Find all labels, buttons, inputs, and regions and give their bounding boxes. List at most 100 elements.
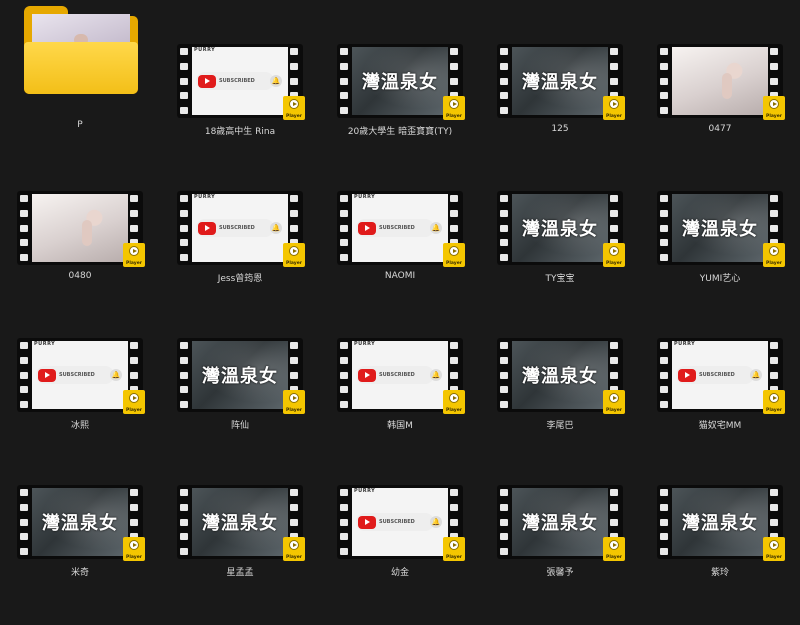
banner-text: 灣溫泉女 bbox=[42, 513, 118, 534]
banner-frame: 灣溫泉女 bbox=[512, 47, 608, 115]
banner-text: 灣溫泉女 bbox=[682, 513, 758, 534]
bell-icon: 🔔 bbox=[270, 75, 282, 87]
file-name-label: 米奇 bbox=[70, 568, 89, 578]
video-thumbnail: 灣溫泉女 Player bbox=[177, 485, 305, 561]
youtube-icon bbox=[38, 368, 56, 382]
file-name-label: YUMI艺心 bbox=[699, 274, 741, 284]
video-file-item[interactable]: PURRY SUBSCRIBED 🔔 Player 18歲高中生 Rina bbox=[162, 44, 312, 184]
photo-subject bbox=[82, 220, 92, 246]
video-thumbnail: 灣溫泉女 Player bbox=[657, 191, 785, 267]
bell-icon: 🔔 bbox=[430, 369, 442, 381]
video-file-item[interactable]: PURRY SUBSCRIBED 🔔 Player Jess曾筠恩 bbox=[162, 191, 312, 331]
channel-logo-text: PURRY bbox=[354, 194, 376, 200]
play-icon bbox=[289, 393, 299, 403]
player-badge-label: Player bbox=[286, 408, 302, 413]
subscribe-frame: PURRY SUBSCRIBED 🔔 bbox=[192, 194, 288, 262]
video-file-item[interactable]: 灣溫泉女 Player YUMI艺心 bbox=[642, 191, 792, 331]
subscribe-text: SUBSCRIBED bbox=[59, 372, 95, 378]
file-name-label: 李尾巴 bbox=[546, 421, 574, 431]
play-icon bbox=[609, 393, 619, 403]
play-icon bbox=[769, 246, 779, 256]
player-badge-label: Player bbox=[286, 555, 302, 560]
video-thumbnail: 灣溫泉女 Player bbox=[497, 191, 625, 267]
player-app-icon: Player bbox=[443, 243, 465, 267]
banner-text: 灣溫泉女 bbox=[362, 72, 438, 93]
file-name-label: Jess曾筠恩 bbox=[217, 274, 263, 284]
banner-text: 灣溫泉女 bbox=[202, 366, 278, 387]
player-app-icon: Player bbox=[123, 390, 145, 414]
file-grid: P PURRY SUBSCRIBED 🔔 Player 18歲高中生 Rina 灣溫泉女 P… bbox=[0, 0, 800, 583]
player-app-icon: Player bbox=[763, 243, 785, 267]
player-app-icon: Player bbox=[123, 537, 145, 561]
play-icon bbox=[289, 99, 299, 109]
subscribe-frame: PURRY SUBSCRIBED 🔔 bbox=[352, 488, 448, 556]
subscribe-frame: PURRY SUBSCRIBED 🔔 bbox=[352, 341, 448, 409]
player-badge-label: Player bbox=[126, 408, 142, 413]
video-file-item[interactable]: PURRY SUBSCRIBED 🔔 Player 猫奴宅MM bbox=[642, 338, 792, 478]
file-name-label: 125 bbox=[551, 124, 569, 134]
video-file-item[interactable]: PURRY SUBSCRIBED 🔔 Player 韩国M bbox=[322, 338, 472, 478]
video-thumbnail: PURRY SUBSCRIBED 🔔 Player bbox=[177, 191, 305, 267]
subscribe-text: SUBSCRIBED bbox=[379, 225, 415, 231]
youtube-icon bbox=[198, 221, 216, 235]
play-icon bbox=[289, 540, 299, 550]
video-thumbnail: PURRY SUBSCRIBED 🔔 Player bbox=[657, 338, 785, 414]
video-file-item[interactable]: 灣溫泉女 Player 張馨予 bbox=[482, 485, 632, 625]
bell-icon: 🔔 bbox=[270, 222, 282, 234]
player-app-icon: Player bbox=[123, 243, 145, 267]
player-badge-label: Player bbox=[286, 261, 302, 266]
subscribe-pill: SUBSCRIBED bbox=[356, 366, 434, 384]
video-file-item[interactable]: 灣溫泉女 Player 李尾巴 bbox=[482, 338, 632, 478]
banner-frame: 灣溫泉女 bbox=[192, 488, 288, 556]
banner-frame: 灣溫泉女 bbox=[32, 488, 128, 556]
video-file-item[interactable]: PURRY SUBSCRIBED 🔔 Player NAOMI bbox=[322, 191, 472, 331]
video-thumbnail: Player bbox=[17, 191, 145, 267]
photo-subject bbox=[722, 73, 732, 99]
player-badge-label: Player bbox=[606, 555, 622, 560]
player-app-icon: Player bbox=[603, 96, 625, 120]
player-badge-label: Player bbox=[446, 261, 462, 266]
video-thumbnail: 灣溫泉女 Player bbox=[657, 485, 785, 561]
video-file-item[interactable]: 灣溫泉女 Player 20歲大學生 暗歪寶寶(TY) bbox=[322, 44, 472, 184]
video-file-item[interactable]: PURRY SUBSCRIBED 🔔 Player 冰熙 bbox=[2, 338, 152, 478]
folder-item[interactable]: P bbox=[24, 6, 174, 146]
youtube-icon bbox=[358, 221, 376, 235]
channel-logo-text: PURRY bbox=[34, 341, 56, 347]
subscribe-pill: SUBSCRIBED bbox=[196, 72, 274, 90]
player-app-icon: Player bbox=[763, 390, 785, 414]
photo-frame bbox=[32, 194, 128, 262]
play-icon bbox=[449, 246, 459, 256]
player-app-icon: Player bbox=[283, 537, 305, 561]
video-file-item[interactable]: 灣溫泉女 Player 星孟孟 bbox=[162, 485, 312, 625]
play-icon bbox=[449, 540, 459, 550]
player-badge-label: Player bbox=[606, 114, 622, 119]
video-thumbnail: 灣溫泉女 Player bbox=[497, 485, 625, 561]
player-badge-label: Player bbox=[446, 114, 462, 119]
video-file-item[interactable]: 灣溫泉女 Player 阵仙 bbox=[162, 338, 312, 478]
video-thumbnail: PURRY SUBSCRIBED 🔔 Player bbox=[337, 485, 465, 561]
video-file-item[interactable]: Player 0477 bbox=[642, 44, 792, 184]
video-thumbnail: 灣溫泉女 Player bbox=[497, 44, 625, 120]
video-file-item[interactable]: 灣溫泉女 Player 紫玲 bbox=[642, 485, 792, 625]
youtube-icon bbox=[358, 515, 376, 529]
video-file-item[interactable]: 灣溫泉女 Player 125 bbox=[482, 44, 632, 184]
player-badge-label: Player bbox=[286, 114, 302, 119]
banner-frame: 灣溫泉女 bbox=[512, 488, 608, 556]
player-badge-label: Player bbox=[446, 555, 462, 560]
video-file-item[interactable]: 灣溫泉女 Player 米奇 bbox=[2, 485, 152, 625]
folder-icon bbox=[24, 6, 138, 94]
video-file-item[interactable]: Player 0480 bbox=[2, 191, 152, 331]
subscribe-pill: SUBSCRIBED bbox=[196, 219, 274, 237]
bell-icon: 🔔 bbox=[110, 369, 122, 381]
file-name-label: 0480 bbox=[68, 271, 92, 281]
channel-logo-text: PURRY bbox=[194, 47, 216, 53]
video-file-item[interactable]: 灣溫泉女 Player TY宝宝 bbox=[482, 191, 632, 331]
banner-text: 灣溫泉女 bbox=[522, 366, 598, 387]
subscribe-frame: PURRY SUBSCRIBED 🔔 bbox=[672, 341, 768, 409]
file-name-label: 星孟孟 bbox=[226, 568, 254, 578]
file-name-label: 張馨予 bbox=[546, 568, 574, 578]
video-file-item[interactable]: PURRY SUBSCRIBED 🔔 Player 幼金 bbox=[322, 485, 472, 625]
banner-frame: 灣溫泉女 bbox=[192, 341, 288, 409]
bell-icon: 🔔 bbox=[430, 516, 442, 528]
file-name-label: 猫奴宅MM bbox=[698, 421, 742, 431]
